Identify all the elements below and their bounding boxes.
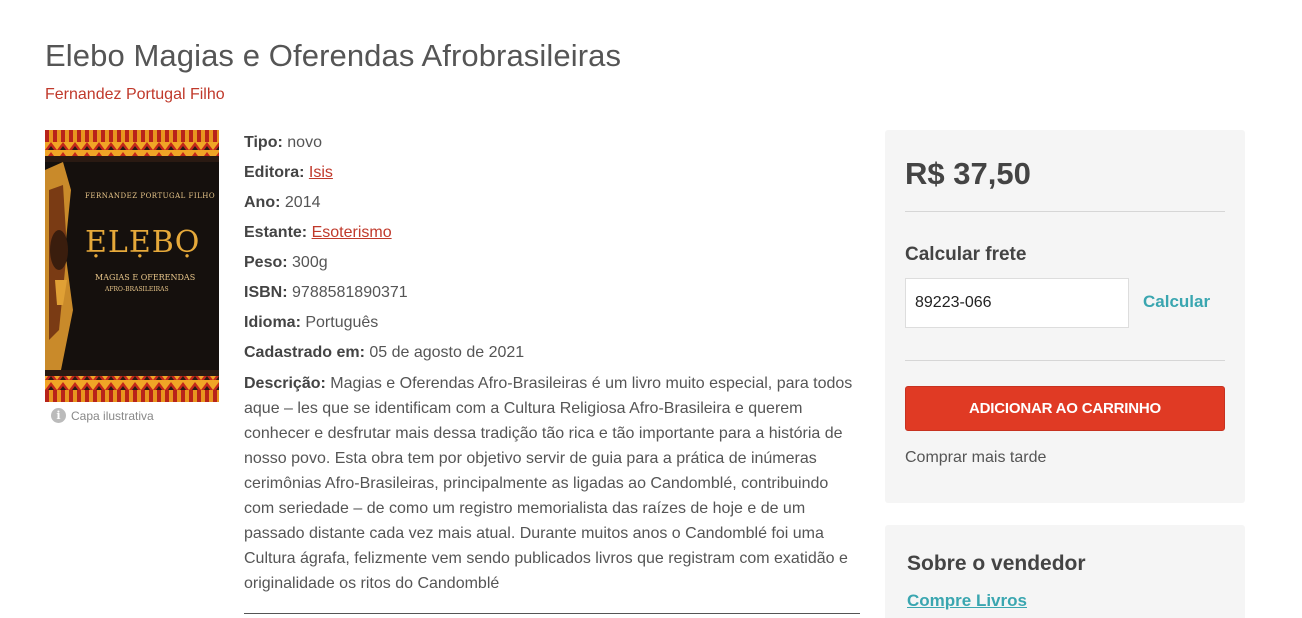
- cover-subtitle-text: MAGIAS E OFERENDAS: [95, 273, 196, 282]
- cep-input[interactable]: [905, 278, 1129, 328]
- divider: [905, 360, 1225, 361]
- cover-title-text: ẸLẸBỌ: [85, 225, 201, 260]
- detail-row-ano: Ano: 2014: [244, 190, 860, 220]
- detail-row-peso: Peso: 300g: [244, 250, 860, 280]
- add-to-cart-button[interactable]: ADICIONAR AO CARRINHO: [905, 386, 1225, 431]
- detail-label: Descrição:: [244, 375, 326, 392]
- info-icon: i: [51, 408, 66, 423]
- detail-row-cadastrado: Cadastrado em: 05 de agosto de 2021: [244, 340, 860, 370]
- seller-link[interactable]: Compre Livros: [907, 591, 1027, 611]
- details-divider: [244, 613, 860, 614]
- cover-caption: i Capa ilustrativa: [51, 408, 154, 423]
- cover-subtitle2-text: AFRO-BRASILEIRAS: [105, 286, 169, 293]
- detail-row-isbn: ISBN: 9788581890371: [244, 280, 860, 310]
- detail-row-idioma: Idioma: Português: [244, 310, 860, 340]
- detail-row-estante: Estante: Esoterismo: [244, 220, 860, 250]
- detail-label: Estante:: [244, 224, 308, 241]
- detail-value: 05 de agosto de 2021: [369, 344, 525, 361]
- detail-label: Idioma:: [244, 314, 301, 331]
- author-link[interactable]: Fernandez Portugal Filho: [45, 86, 225, 104]
- description-text: Magias e Oferendas Afro-Brasileiras é um…: [244, 375, 853, 592]
- detail-row-tipo: Tipo: novo: [244, 130, 860, 160]
- cover-art: [45, 130, 219, 402]
- detail-value: Português: [305, 314, 379, 331]
- buy-later-link[interactable]: Comprar mais tarde: [905, 449, 1046, 467]
- book-cover-image[interactable]: FERNANDEZ PORTUGAL FILHO ẸLẸBỌ MAGIAS E …: [45, 130, 219, 402]
- detail-label: Ano:: [244, 194, 281, 211]
- calculate-shipping-button[interactable]: Calcular: [1143, 292, 1210, 312]
- shelf-link[interactable]: Esoterismo: [312, 224, 392, 241]
- cover-caption-label: Capa ilustrativa: [71, 408, 154, 423]
- purchase-panel: R$ 37,50 Calcular frete Calcular ADICION…: [885, 130, 1245, 503]
- detail-label: ISBN:: [244, 284, 288, 301]
- book-details: Tipo: novo Editora: Isis Ano: 2014 Estan…: [244, 130, 860, 596]
- seller-heading: Sobre o vendedor: [907, 552, 1086, 575]
- shipping-label: Calcular frete: [905, 244, 1027, 265]
- detail-row-editora: Editora: Isis: [244, 160, 860, 190]
- seller-panel: Sobre o vendedor Compre Livros: [885, 525, 1245, 618]
- publisher-link[interactable]: Isis: [309, 164, 333, 181]
- detail-label: Cadastrado em:: [244, 344, 365, 361]
- detail-label: Editora:: [244, 164, 305, 181]
- detail-row-descricao: Descrição: Magias e Oferendas Afro-Brasi…: [244, 371, 860, 596]
- cover-author-text: FERNANDEZ PORTUGAL FILHO: [85, 192, 216, 200]
- price: R$ 37,50: [905, 156, 1031, 191]
- detail-value: 2014: [284, 194, 321, 211]
- divider: [905, 211, 1225, 212]
- book-title: Elebo Magias e Oferendas Afrobrasileiras: [45, 38, 622, 73]
- detail-value: novo: [287, 134, 322, 151]
- detail-label: Peso:: [244, 254, 288, 271]
- detail-label: Tipo:: [244, 134, 283, 151]
- detail-value: 9788581890371: [292, 284, 408, 301]
- detail-value: 300g: [292, 254, 328, 271]
